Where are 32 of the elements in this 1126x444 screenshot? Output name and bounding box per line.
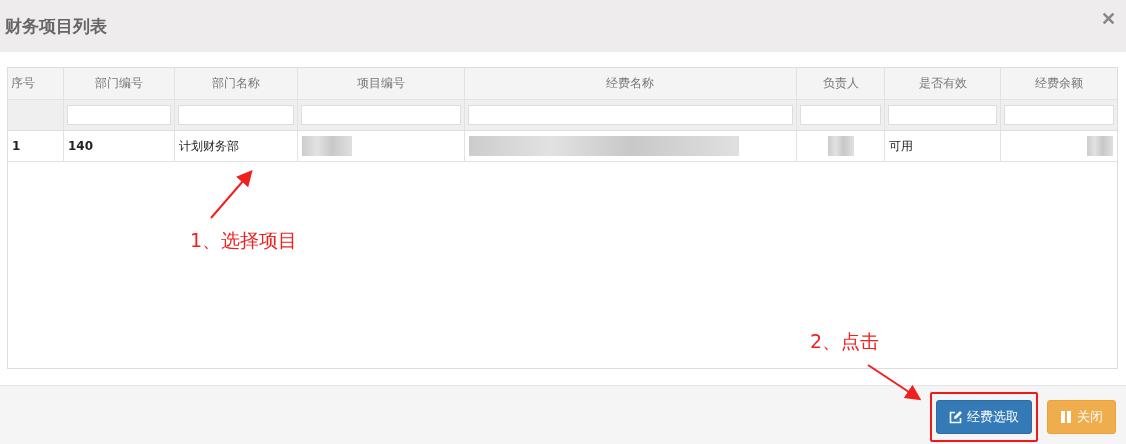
table-cell: 计划财务部 — [178, 137, 239, 155]
annotation-arrow — [867, 364, 922, 401]
annotation-text: 1、选择项目 — [190, 228, 298, 253]
filter-field[interactable] — [467, 105, 794, 125]
column-header: 经费名称 — [463, 68, 797, 99]
column-header: 负责人 — [796, 68, 885, 99]
column-header: 部门名称 — [173, 68, 297, 99]
column-header: 项目编号 — [296, 68, 464, 99]
close-button[interactable]: 关闭 — [1047, 400, 1116, 434]
filter-field[interactable] — [888, 105, 998, 125]
table-cell: 1 — [12, 139, 21, 153]
filter-field[interactable] — [300, 105, 461, 125]
filter-field[interactable] — [66, 105, 171, 125]
dialog-title: 财务项目列表 — [5, 14, 107, 38]
column-header: 序号 — [10, 75, 36, 92]
select-button[interactable]: 经费选取 — [936, 400, 1032, 434]
filter-field[interactable] — [177, 105, 294, 125]
filter-field[interactable] — [1004, 105, 1114, 125]
blurred-text — [1087, 136, 1113, 156]
column-header: 经费余额 — [1000, 68, 1117, 99]
blurred-text — [827, 136, 854, 156]
blurred-text — [301, 136, 352, 156]
close-button[interactable]: ✕ — [1099, 8, 1118, 30]
annotation-arrow — [210, 170, 253, 219]
column-header: 是否有效 — [884, 68, 1001, 99]
filter-field[interactable] — [800, 105, 882, 125]
table-cell: 可用 — [889, 137, 914, 155]
edit-icon — [949, 410, 962, 424]
table-cell: 140 — [67, 139, 93, 153]
annotation-text: 2、点击 — [810, 329, 880, 354]
pause-icon — [1060, 411, 1072, 423]
column-header: 部门编号 — [62, 68, 174, 99]
